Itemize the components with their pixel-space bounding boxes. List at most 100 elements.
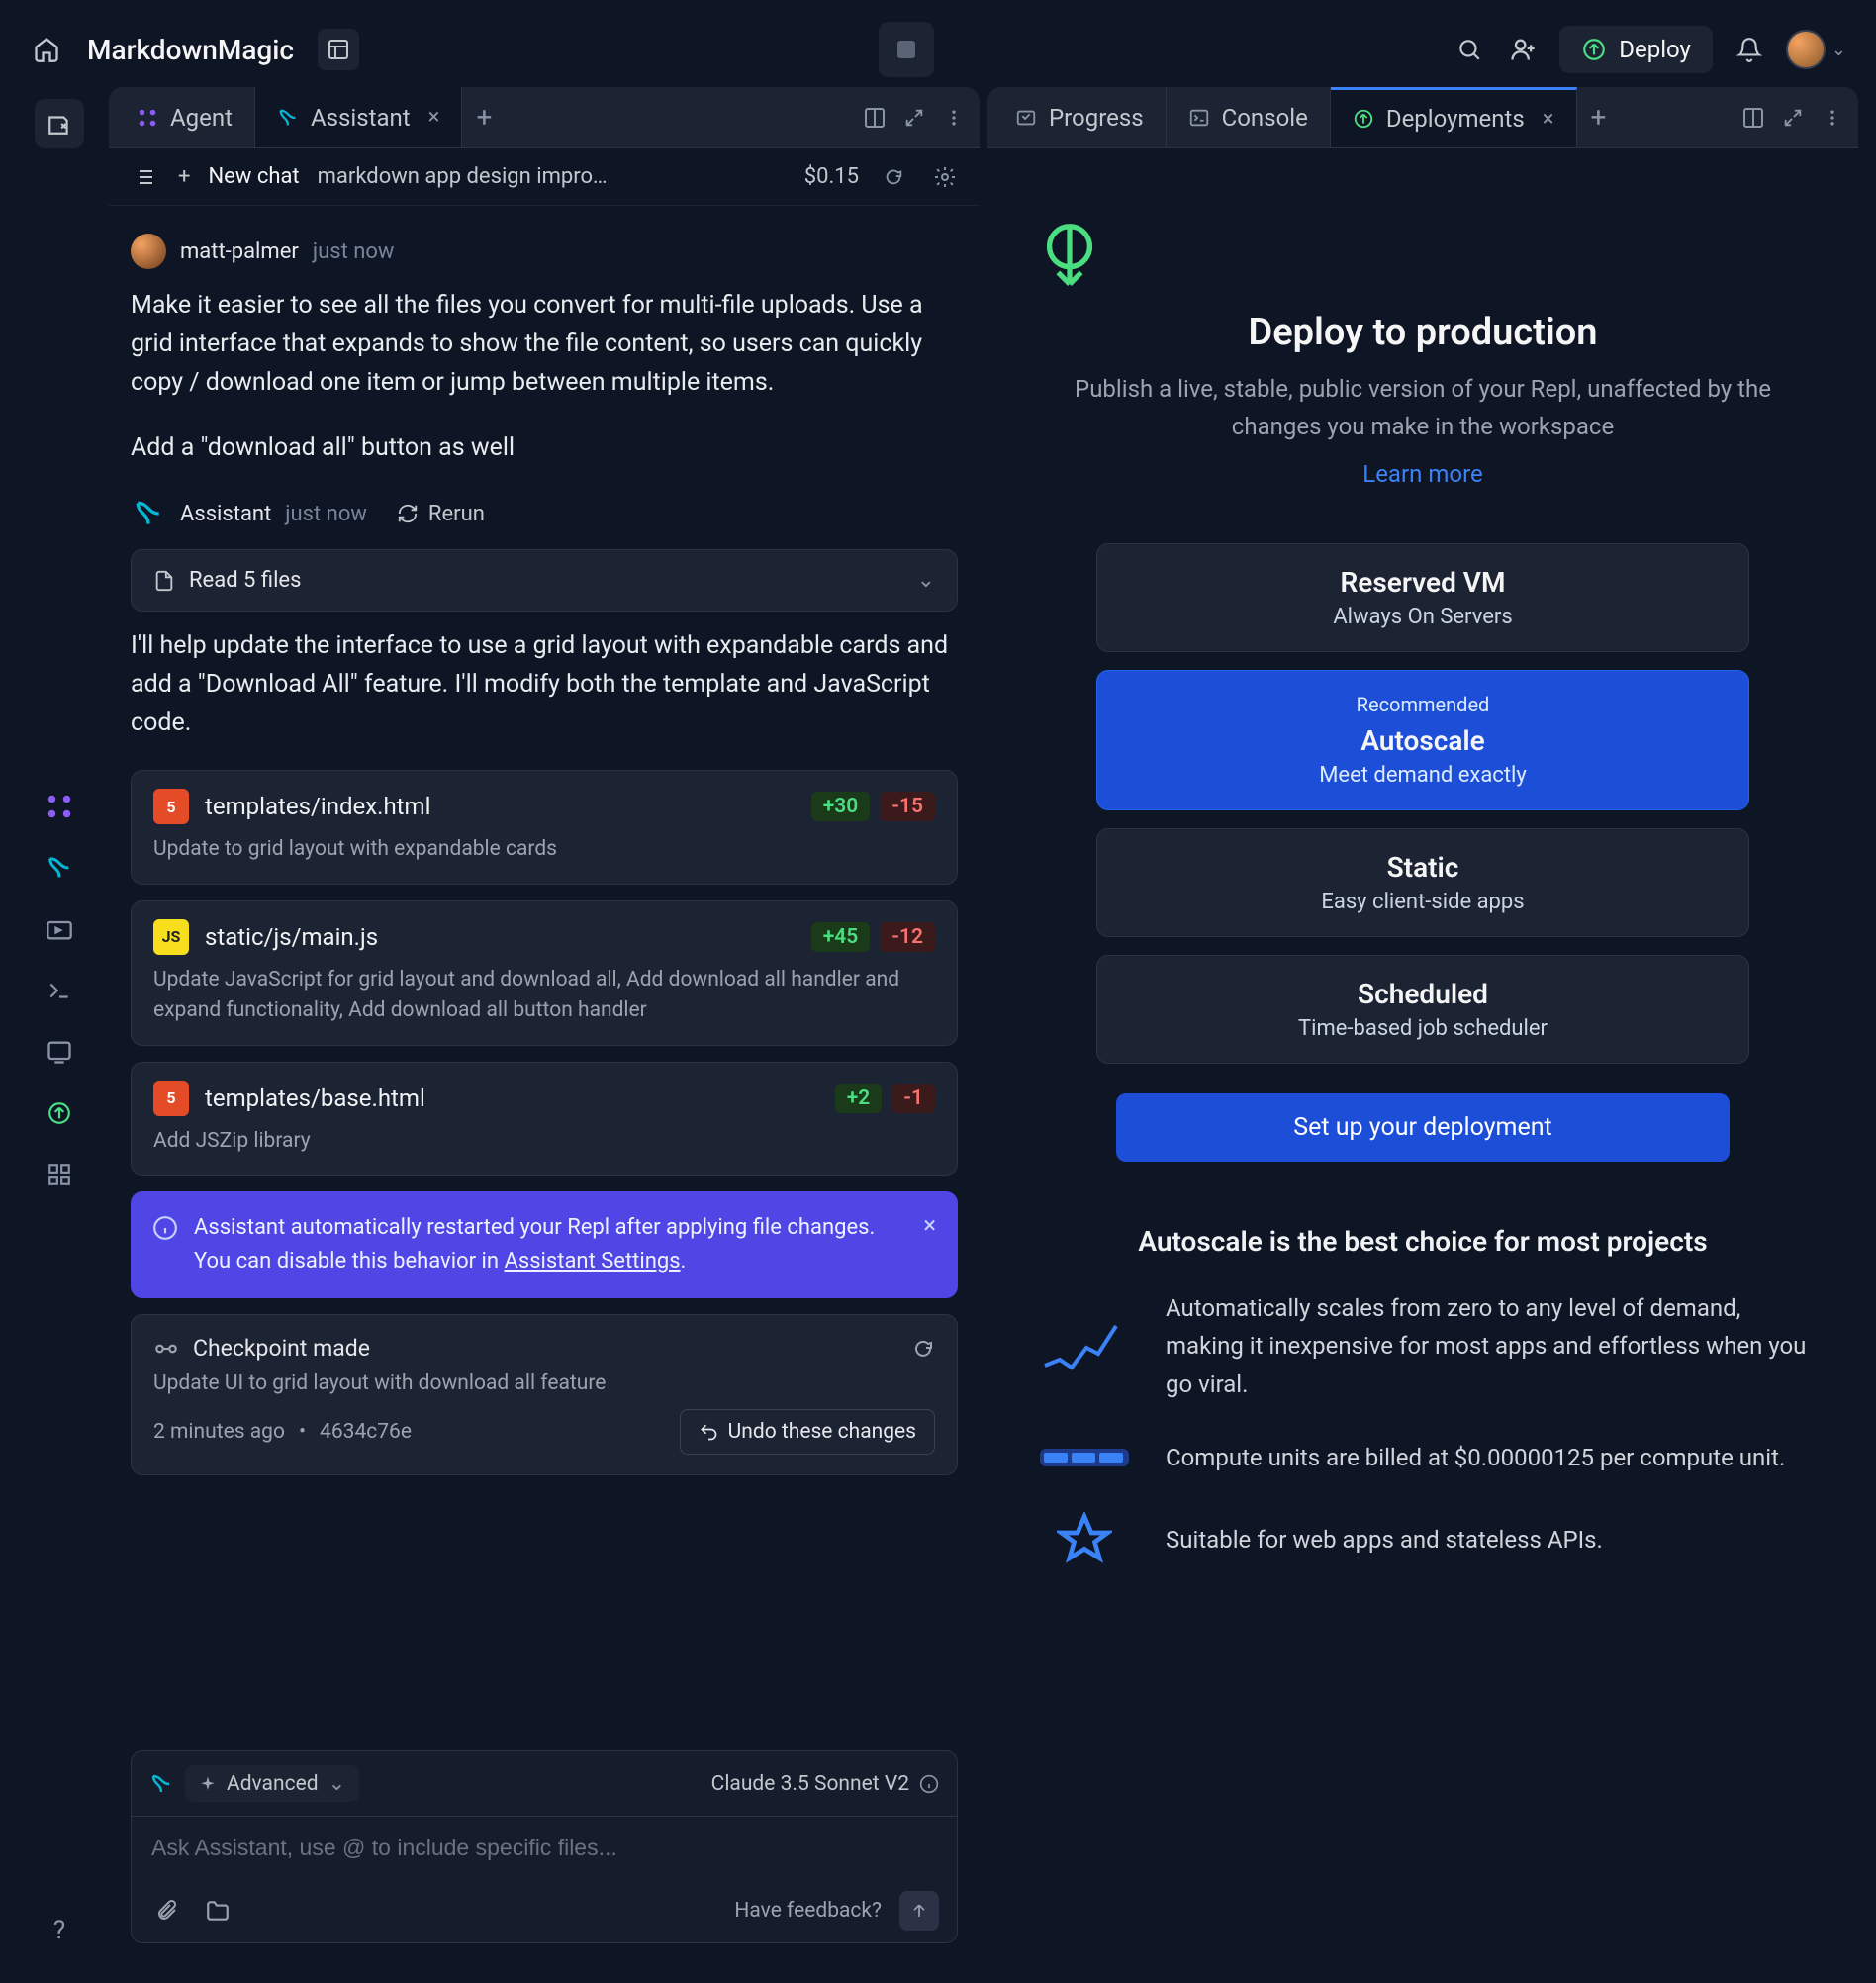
banner-text: . bbox=[681, 1249, 687, 1274]
user-message: Add a "download all" button as well bbox=[131, 429, 958, 468]
threads-list-icon[interactable] bbox=[127, 160, 160, 194]
chevron-down-icon: ⌄ bbox=[1831, 40, 1846, 60]
advanced-toggle[interactable]: Advanced ⌄ bbox=[185, 1765, 359, 1802]
info-icon bbox=[152, 1215, 178, 1241]
message-input[interactable] bbox=[132, 1817, 957, 1879]
user-avatar bbox=[131, 234, 166, 269]
rerun-button[interactable]: Rerun bbox=[397, 502, 485, 526]
tab-console[interactable]: Console bbox=[1167, 87, 1331, 147]
webview-icon[interactable] bbox=[45, 1037, 74, 1067]
tab-progress-label: Progress bbox=[1049, 104, 1144, 132]
stop-button[interactable] bbox=[879, 22, 934, 77]
user-menu[interactable]: ⌄ bbox=[1786, 30, 1846, 69]
js-badge-icon: JS bbox=[153, 919, 189, 955]
chat-header: + New chat markdown app design improv… $… bbox=[109, 148, 980, 206]
more-icon[interactable] bbox=[934, 108, 974, 128]
add-tab-button[interactable]: + bbox=[1577, 101, 1621, 134]
deploy-icon[interactable] bbox=[45, 1098, 74, 1128]
split-pane-icon[interactable] bbox=[855, 106, 894, 130]
file-change-card[interactable]: JS static/js/main.js +45 -12 Update Java… bbox=[131, 900, 958, 1046]
send-button[interactable] bbox=[899, 1891, 939, 1931]
split-pane-icon[interactable] bbox=[1734, 106, 1773, 130]
file-tree-toggle[interactable] bbox=[35, 99, 84, 148]
expand-icon[interactable] bbox=[894, 107, 934, 129]
deployments-body[interactable]: Deploy to production Publish a live, sta… bbox=[987, 148, 1858, 1965]
sidebar: ? bbox=[18, 87, 101, 1965]
tab-assistant[interactable]: Assistant × bbox=[255, 87, 462, 147]
more-icon[interactable] bbox=[1813, 108, 1852, 128]
tab-deployments[interactable]: Deployments × bbox=[1331, 87, 1577, 147]
feedback-link[interactable]: Have feedback? bbox=[734, 1899, 882, 1923]
tab-assistant-label: Assistant bbox=[311, 104, 411, 132]
undo-changes-button[interactable]: Undo these changes bbox=[680, 1409, 935, 1455]
checkpoint-title: Checkpoint made bbox=[193, 1335, 897, 1362]
file-name: static/js/main.js bbox=[205, 923, 796, 951]
console-icon[interactable] bbox=[45, 976, 74, 1005]
restart-banner: Assistant automatically restarted your R… bbox=[131, 1191, 958, 1298]
assistant-settings-link[interactable]: Assistant Settings bbox=[504, 1249, 680, 1274]
invite-icon[interactable] bbox=[1506, 33, 1540, 66]
thread-title[interactable]: markdown app design improv… bbox=[318, 164, 614, 189]
option-title: Static bbox=[1119, 851, 1727, 884]
shell-run-icon[interactable] bbox=[45, 914, 74, 944]
checkpoint-desc: Update UI to grid layout with download a… bbox=[153, 1371, 935, 1395]
help-button[interactable]: ? bbox=[53, 1916, 65, 1945]
layout-toggle-button[interactable] bbox=[318, 29, 359, 70]
setup-deployment-button[interactable]: Set up your deployment bbox=[1116, 1093, 1730, 1162]
left-tabs: Agent Assistant × + bbox=[109, 87, 980, 148]
assistant-icon[interactable] bbox=[45, 853, 74, 883]
scale-icon bbox=[1035, 1316, 1134, 1375]
chat-scroll[interactable]: matt-palmer just now Make it easier to s… bbox=[109, 206, 980, 1750]
composer: Advanced ⌄ Claude 3.5 Sonnet V2 Ha bbox=[131, 1750, 958, 1943]
file-change-card[interactable]: 5 templates/base.html +2 -1 Add JSZip li… bbox=[131, 1062, 958, 1177]
gear-icon[interactable] bbox=[928, 160, 962, 194]
additions-badge: +45 bbox=[811, 922, 871, 952]
assistant-avatar-icon bbox=[131, 496, 166, 531]
learn-more-link[interactable]: Learn more bbox=[1035, 460, 1811, 488]
option-sub: Always On Servers bbox=[1119, 605, 1727, 629]
price-badge: $0.15 bbox=[804, 164, 859, 189]
model-selector[interactable]: Claude 3.5 Sonnet V2 bbox=[711, 1772, 939, 1796]
why-text: Automatically scales from zero to any le… bbox=[1166, 1289, 1811, 1403]
tab-agent[interactable]: Agent bbox=[115, 87, 255, 147]
expand-icon[interactable] bbox=[1773, 107, 1813, 129]
home-icon[interactable] bbox=[30, 33, 63, 66]
file-change-card[interactable]: 5 templates/index.html +30 -15 Update to… bbox=[131, 770, 958, 885]
model-label: Claude 3.5 Sonnet V2 bbox=[711, 1772, 909, 1796]
folder-icon[interactable] bbox=[201, 1894, 234, 1928]
deploy-button[interactable]: Deploy bbox=[1559, 26, 1713, 73]
user-message: Make it easier to see all the files you … bbox=[131, 287, 958, 402]
deploy-option-scheduled[interactable]: Scheduled Time-based job scheduler bbox=[1096, 955, 1749, 1064]
agent-icon[interactable] bbox=[45, 792, 74, 821]
avatar bbox=[1786, 30, 1826, 69]
new-chat-button[interactable]: New chat bbox=[208, 164, 299, 189]
all-tools-icon[interactable] bbox=[45, 1160, 74, 1189]
rewind-icon[interactable] bbox=[911, 1337, 935, 1361]
add-tab-button[interactable]: + bbox=[462, 101, 506, 134]
additions-badge: +2 bbox=[835, 1084, 883, 1113]
deploy-button-label: Deploy bbox=[1619, 36, 1691, 63]
file-name: templates/index.html bbox=[205, 793, 796, 820]
deploy-option-reserved-vm[interactable]: Reserved VM Always On Servers bbox=[1096, 543, 1749, 652]
why-text: Compute units are billed at $0.00000125 … bbox=[1166, 1439, 1811, 1476]
refresh-icon[interactable] bbox=[877, 160, 910, 194]
read-files-label: Read 5 files bbox=[189, 568, 301, 593]
close-icon[interactable]: × bbox=[923, 1211, 936, 1239]
notifications-icon[interactable] bbox=[1733, 33, 1766, 66]
tab-progress[interactable]: Progress bbox=[993, 87, 1167, 147]
assistant-name: Assistant bbox=[180, 502, 271, 526]
deploy-option-static[interactable]: Static Easy client-side apps bbox=[1096, 828, 1749, 937]
read-files-toggle[interactable]: Read 5 files ⌄ bbox=[131, 549, 958, 612]
close-icon[interactable]: × bbox=[428, 105, 440, 130]
close-icon[interactable]: × bbox=[1543, 107, 1554, 132]
deploy-subtitle: Publish a live, stable, public version o… bbox=[1047, 370, 1799, 446]
deploy-option-autoscale[interactable]: Recommended Autoscale Meet demand exactl… bbox=[1096, 670, 1749, 810]
star-icon bbox=[1035, 1512, 1134, 1567]
assistant-icon bbox=[149, 1772, 173, 1796]
deletions-badge: -12 bbox=[880, 922, 935, 952]
option-title: Autoscale bbox=[1119, 724, 1727, 757]
attach-icon[interactable] bbox=[149, 1894, 183, 1928]
chevron-down-icon: ⌄ bbox=[917, 568, 935, 593]
checkpoint-hash: 4634c76e bbox=[320, 1420, 412, 1444]
search-icon[interactable] bbox=[1453, 33, 1486, 66]
